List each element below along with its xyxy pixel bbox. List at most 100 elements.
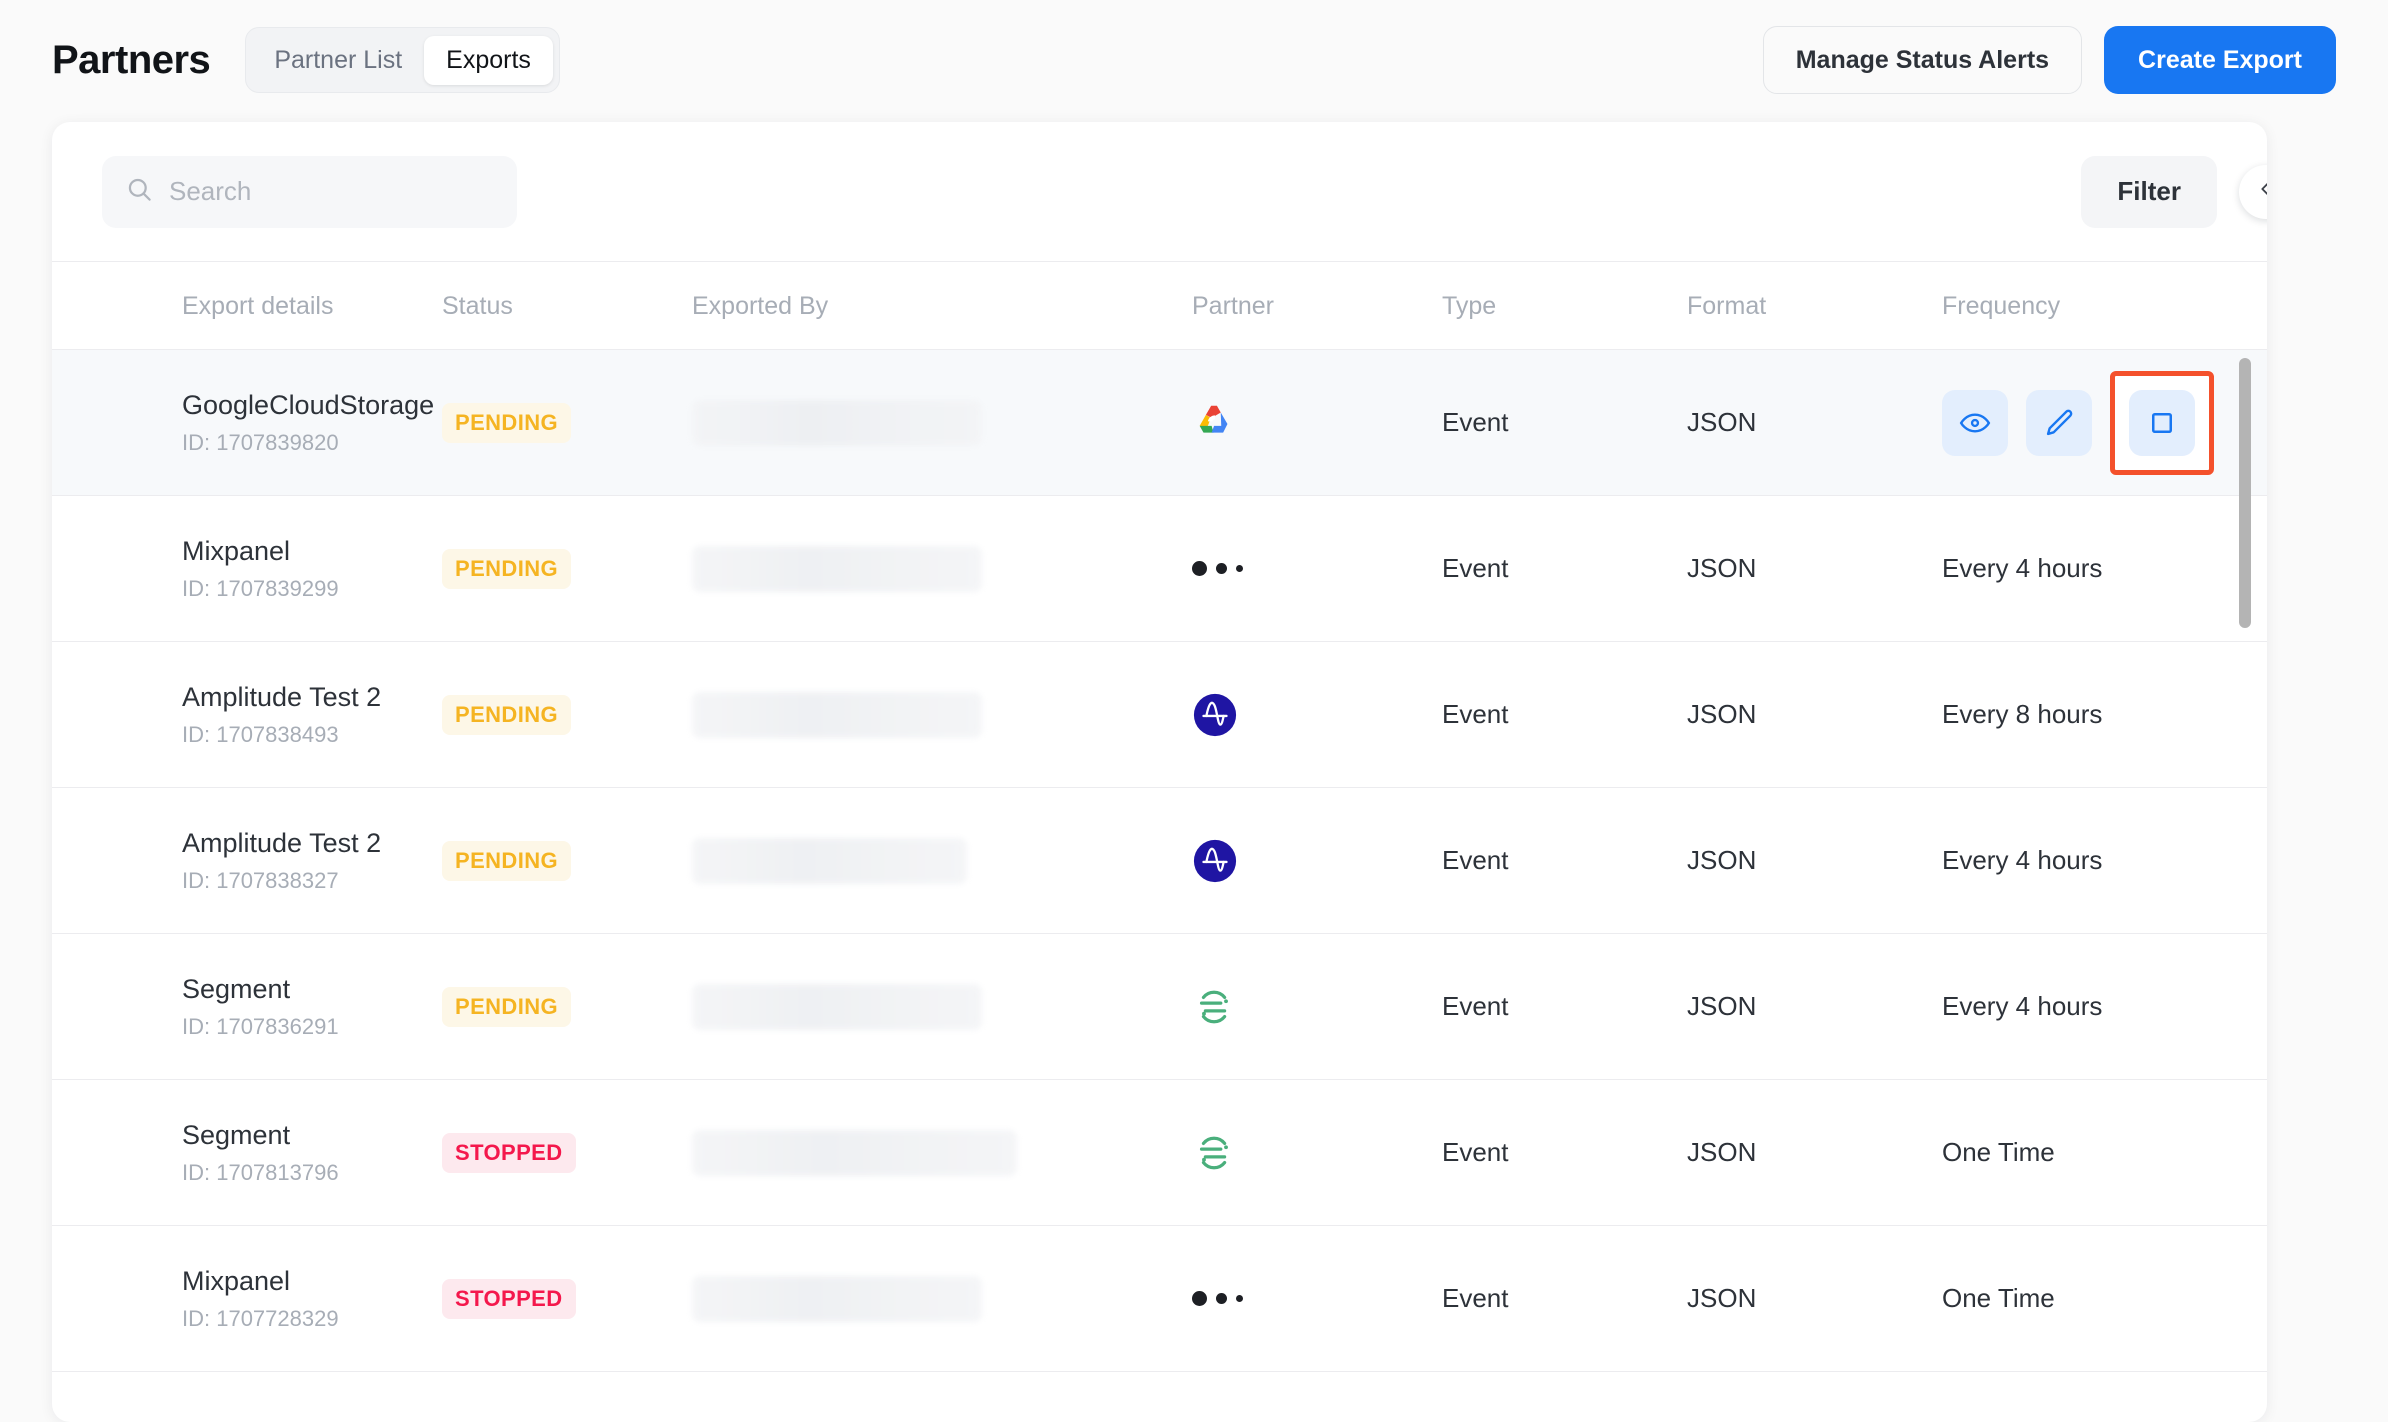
export-name: Mixpanel: [182, 536, 291, 567]
status-badge: PENDING: [442, 840, 572, 881]
amplitude-icon: [1193, 839, 1237, 882]
create-export-button[interactable]: Create Export: [2104, 26, 2336, 94]
column-header-frequency: Frequency: [1942, 262, 2267, 350]
cell-status: PENDING: [442, 641, 692, 788]
cell-exported-by: [692, 1225, 1192, 1372]
cell-exported-by: [692, 787, 1192, 934]
export-id: ID: 1707839299: [182, 575, 339, 601]
export-name: Amplitude Test 2: [182, 828, 382, 859]
table-head: Export details Status Exported By Partne…: [52, 262, 2267, 350]
cell-format: JSON: [1687, 1225, 1942, 1372]
cell-status: PENDING: [442, 349, 692, 496]
table-row[interactable]: Segment ID: 1707836291 PENDING Event JSON Eve…: [52, 933, 2267, 1080]
cell-row-actions: [1942, 349, 2267, 496]
table-row[interactable]: Mixpanel ID: 1707839299 PENDING Event JSON Ev…: [52, 495, 2267, 642]
cell-type: Event: [1442, 495, 1687, 642]
column-header-partner: Partner: [1192, 262, 1442, 350]
cell-export-details: Amplitude Test 2 ID: 1707838327: [52, 787, 442, 934]
cell-partner: [1192, 349, 1442, 496]
redacted-value: [692, 545, 982, 592]
cell-frequency: Every 4 hours: [1942, 933, 2267, 1080]
export-name: Segment: [182, 1120, 291, 1151]
vertical-scrollbar[interactable]: [2239, 358, 2251, 1388]
amplitude-icon: [1193, 693, 1237, 736]
export-id: ID: 1707728329: [182, 1305, 339, 1331]
redacted-value: [692, 399, 982, 446]
filter-button[interactable]: Filter: [2081, 155, 2217, 228]
cell-partner: [1192, 1079, 1442, 1226]
cell-partner: [1192, 933, 1442, 1080]
cell-exported-by: [692, 1079, 1192, 1226]
search-input[interactable]: [169, 176, 493, 207]
cell-partner: [1192, 495, 1442, 642]
cell-export-details: Mixpanel ID: 1707728329: [52, 1225, 442, 1372]
cell-format: JSON: [1687, 787, 1942, 934]
annotation-highlight-box: [2110, 370, 2214, 475]
table-row[interactable]: Amplitude Test 2 ID: 1707838327 PENDING Eve…: [52, 787, 2267, 934]
search-icon: [126, 176, 153, 208]
card-toolbar: Filter: [52, 122, 2267, 262]
cell-exported-by: [692, 641, 1192, 788]
status-badge: PENDING: [442, 402, 572, 443]
export-name: Segment: [182, 974, 291, 1005]
top-bar: Partners Partner List Exports Manage Sta…: [0, 0, 2388, 120]
manage-status-alerts-button[interactable]: Manage Status Alerts: [1762, 26, 2083, 94]
page-title: Partners: [52, 37, 211, 82]
tab-group: Partner List Exports: [245, 27, 560, 93]
chevron-left-icon: [2255, 178, 2267, 205]
view-export-button[interactable]: [1942, 389, 2008, 456]
export-id: ID: 1707838327: [182, 867, 339, 893]
status-badge: STOPPED: [442, 1132, 576, 1173]
cell-type: Event: [1442, 787, 1687, 934]
cell-type: Event: [1442, 1079, 1687, 1226]
search-box[interactable]: [102, 155, 517, 228]
cell-export-details: Segment ID: 1707836291: [52, 933, 442, 1080]
redacted-value: [692, 837, 967, 884]
cell-export-details: Mixpanel ID: 1707839299: [52, 495, 442, 642]
status-badge: STOPPED: [442, 1278, 576, 1319]
tab-partner-list[interactable]: Partner List: [252, 36, 424, 85]
column-header-status: Status: [442, 262, 692, 350]
cell-type: Event: [1442, 1225, 1687, 1372]
edit-export-button[interactable]: [2026, 389, 2092, 456]
collapse-panel-button[interactable]: [2239, 164, 2267, 219]
cell-status: PENDING: [442, 495, 692, 642]
column-header-format: Format: [1687, 262, 1942, 350]
cell-exported-by: [692, 349, 1192, 496]
stop-export-button[interactable]: [2129, 389, 2195, 456]
export-id: ID: 1707838493: [182, 721, 339, 747]
export-id: ID: 1707836291: [182, 1013, 339, 1039]
cell-format: JSON: [1687, 1079, 1942, 1226]
cell-exported-by: [692, 495, 1192, 642]
table-row[interactable]: Amplitude Test 2 ID: 1707838493 PENDING Eve…: [52, 641, 2267, 788]
exports-card: Filter Export details Status Exported By…: [52, 122, 2267, 1422]
table-row[interactable]: Segment ID: 1707813796 STOPPED Event JSON One…: [52, 1079, 2267, 1226]
cell-format: JSON: [1687, 349, 1942, 496]
redacted-value: [692, 1275, 982, 1322]
cell-partner: [1192, 787, 1442, 934]
scrollbar-thumb[interactable]: [2239, 358, 2251, 628]
redacted-value: [692, 1129, 1017, 1176]
export-id: ID: 1707813796: [182, 1159, 339, 1185]
status-badge: PENDING: [442, 548, 572, 589]
table-row[interactable]: Mixpanel ID: 1707728329 STOPPED Event JSON On…: [52, 1225, 2267, 1372]
export-name: Mixpanel: [182, 1266, 291, 1297]
table-row[interactable]: GoogleCloudStorage ID: 1707839820 PENDING E…: [52, 349, 2267, 496]
cell-type: Event: [1442, 933, 1687, 1080]
table-header-row: Export details Status Exported By Partne…: [52, 262, 2267, 350]
cell-partner: [1192, 641, 1442, 788]
segment-icon: [1199, 1136, 1228, 1169]
cell-format: JSON: [1687, 933, 1942, 1080]
tab-exports[interactable]: Exports: [424, 35, 553, 85]
status-badge: PENDING: [442, 986, 572, 1027]
segment-icon: [1199, 990, 1228, 1023]
table-body: GoogleCloudStorage ID: 1707839820 PENDING E…: [52, 349, 2267, 1372]
top-bar-actions: Manage Status Alerts Create Export: [1762, 26, 2336, 94]
cell-frequency: Every 4 hours: [1942, 495, 2267, 642]
cell-export-details: Amplitude Test 2 ID: 1707838493: [52, 641, 442, 788]
redacted-value: [692, 983, 982, 1030]
column-header-export-details: Export details: [52, 262, 442, 350]
export-id: ID: 1707839820: [182, 429, 339, 455]
column-header-type: Type: [1442, 262, 1687, 350]
cell-status: STOPPED: [442, 1225, 692, 1372]
